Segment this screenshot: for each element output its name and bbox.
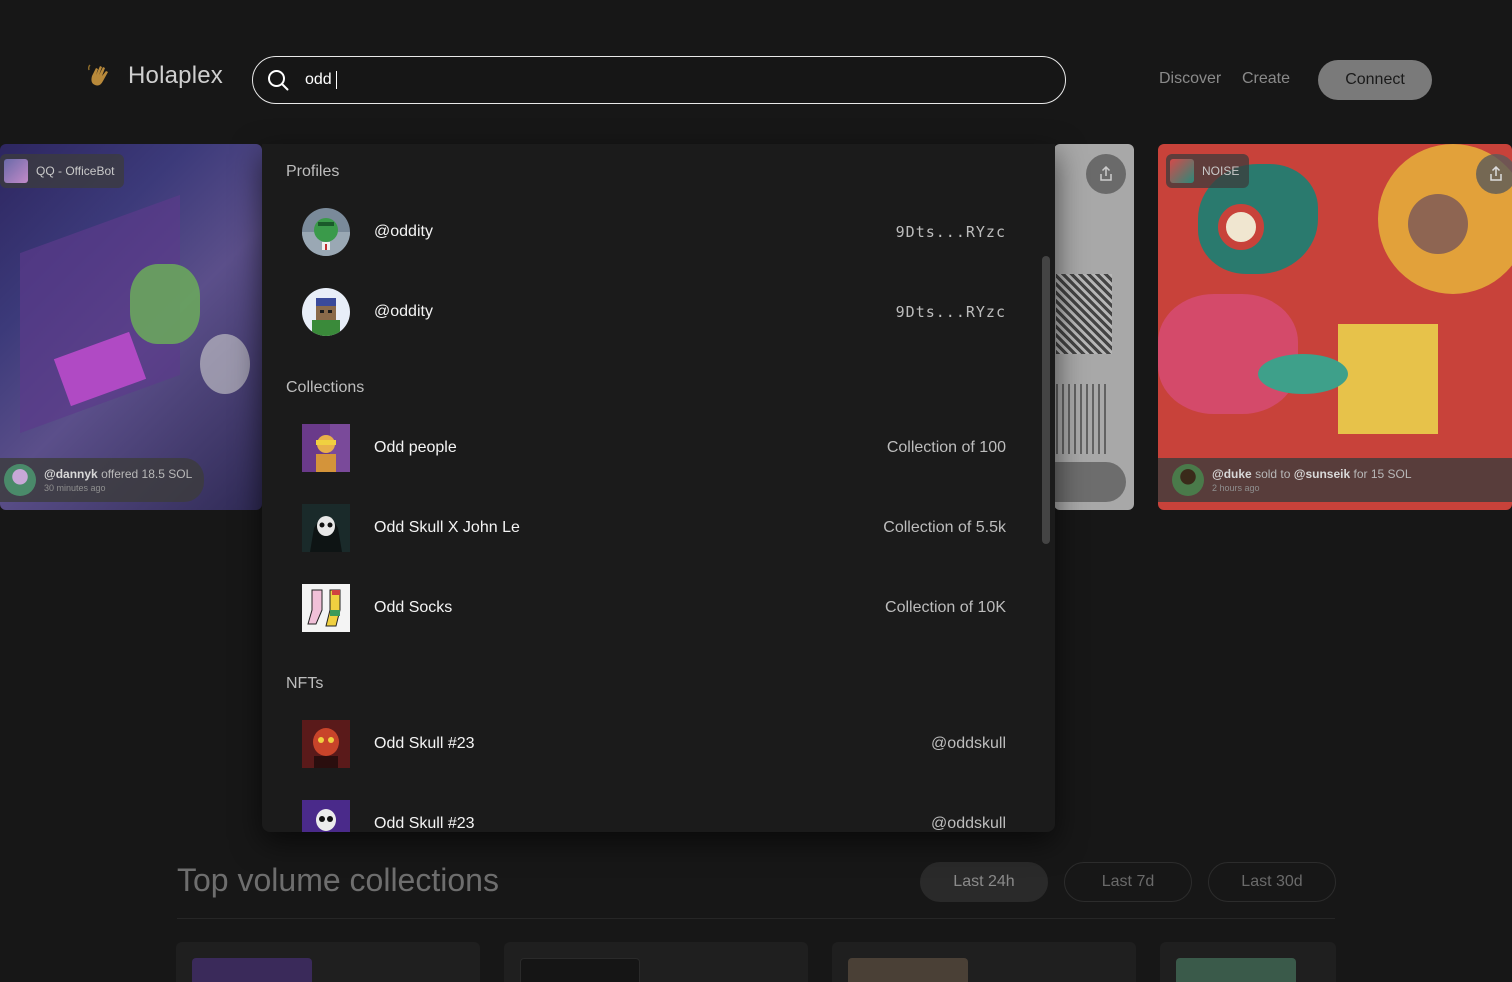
avatar (302, 288, 350, 336)
wallet-address: 9Dts...RYzc (895, 223, 1006, 241)
activity-action: offered 18.5 SOL (101, 467, 193, 481)
collection-size: Collection of 100 (886, 439, 1006, 456)
result-profile[interactable]: @oddity 9Dts...RYzc (302, 208, 1006, 256)
activity-time: 30 minutes ago (44, 483, 106, 493)
activity-user[interactable]: @dannyk (44, 467, 98, 481)
activity-buyer[interactable]: @sunseik (1294, 467, 1350, 481)
result-collection[interactable]: Odd people Collection of 100 (302, 424, 1006, 472)
activity-seller[interactable]: @duke (1212, 467, 1252, 481)
nav-discover[interactable]: Discover (1159, 70, 1221, 88)
collection-tag[interactable]: QQ - OfficeBot (0, 154, 125, 188)
search-results-dropdown: Profiles @oddity 9Dts...RYzc @oddity 9Dt… (262, 144, 1055, 832)
nft-owner: @oddskull (931, 735, 1006, 752)
filter-last-30d[interactable]: Last 30d (1208, 862, 1336, 902)
text-caret (335, 71, 338, 89)
nft-name: Odd Skull #23 (374, 815, 475, 832)
wallet-address: 9Dts...RYzc (895, 303, 1006, 321)
collection-name: Odd Skull X John Le (374, 519, 520, 536)
section-label-collections: Collections (286, 379, 365, 396)
avatar[interactable] (1172, 464, 1204, 496)
nft-name: Odd Skull #23 (374, 735, 475, 752)
collection-card[interactable] (1160, 942, 1336, 982)
profile-name: @oddity (374, 223, 433, 240)
result-nft[interactable]: Odd Skull #23 @oddskull (302, 800, 1006, 832)
search-input[interactable]: odd (252, 56, 1066, 104)
collection-size: Collection of 5.5k (883, 519, 1006, 536)
share-button[interactable] (1476, 154, 1512, 194)
feed-card-right[interactable]: NOISE @duke sold to @sunseik for 15 SOL … (1158, 144, 1512, 510)
collection-name: Odd Socks (374, 599, 453, 616)
search-icon (268, 70, 289, 91)
nav-create[interactable]: Create (1242, 70, 1290, 88)
share-button[interactable] (1086, 154, 1126, 194)
result-profile[interactable]: @oddity 9Dts...RYzc (302, 288, 1006, 336)
section-title: Top volume collections (177, 862, 499, 898)
collection-name: Odd people (374, 439, 457, 456)
activity-bar: @dannyk offered 18.5 SOL 30 minutes ago (0, 458, 205, 502)
collection-thumbnail (302, 504, 350, 552)
collection-tag-label: NOISE (1202, 164, 1240, 178)
nft-thumbnail (302, 800, 350, 832)
section-label-nfts: NFTs (286, 675, 324, 692)
section-label-profiles: Profiles (286, 163, 340, 180)
result-collection[interactable]: Odd Socks Collection of 10K (302, 584, 1006, 632)
collection-size: Collection of 10K (885, 599, 1006, 616)
collection-thumbnail (1170, 159, 1194, 183)
collection-tag-label: QQ - OfficeBot (36, 164, 115, 178)
brand-name: Holaplex (128, 62, 223, 89)
nft-owner: @oddskull (931, 815, 1006, 832)
collection-card[interactable] (176, 942, 480, 982)
avatar (302, 208, 350, 256)
activity-bar (1054, 462, 1126, 502)
feed-card-middle[interactable] (1054, 144, 1134, 510)
brand-logo[interactable]: Holaplex (86, 62, 223, 90)
collection-tag[interactable]: NOISE (1166, 154, 1250, 188)
search-value: odd (305, 71, 332, 88)
collection-thumbnail (4, 159, 28, 183)
avatar[interactable] (4, 464, 36, 496)
waving-hand-icon (87, 64, 108, 86)
activity-price: for 15 SOL (1353, 467, 1412, 481)
dropdown-scrollbar[interactable] (1042, 256, 1050, 544)
divider (177, 918, 1335, 919)
connect-button[interactable]: Connect (1318, 60, 1432, 100)
nft-thumbnail (302, 720, 350, 768)
collection-card[interactable] (504, 942, 808, 982)
collection-card[interactable] (832, 942, 1136, 982)
activity-time: 2 hours ago (1212, 483, 1260, 493)
result-nft[interactable]: Odd Skull #23 @oddskull (302, 720, 1006, 768)
filter-last-24h[interactable]: Last 24h (920, 862, 1048, 902)
filter-last-7d[interactable]: Last 7d (1064, 862, 1192, 902)
activity-action: sold to (1255, 467, 1291, 481)
feed-card-left[interactable]: QQ - OfficeBot @dannyk offered 18.5 SOL … (0, 144, 262, 510)
collection-thumbnail (302, 424, 350, 472)
page: Holaplex odd Discover Create Connect QQ … (0, 0, 1512, 982)
result-collection[interactable]: Odd Skull X John Le Collection of 5.5k (302, 504, 1006, 552)
share-icon (1490, 166, 1502, 181)
share-icon (1100, 166, 1112, 181)
collection-thumbnail (302, 584, 350, 632)
profile-name: @oddity (374, 303, 433, 320)
activity-bar: @duke sold to @sunseik for 15 SOL 2 hour… (1158, 458, 1512, 502)
